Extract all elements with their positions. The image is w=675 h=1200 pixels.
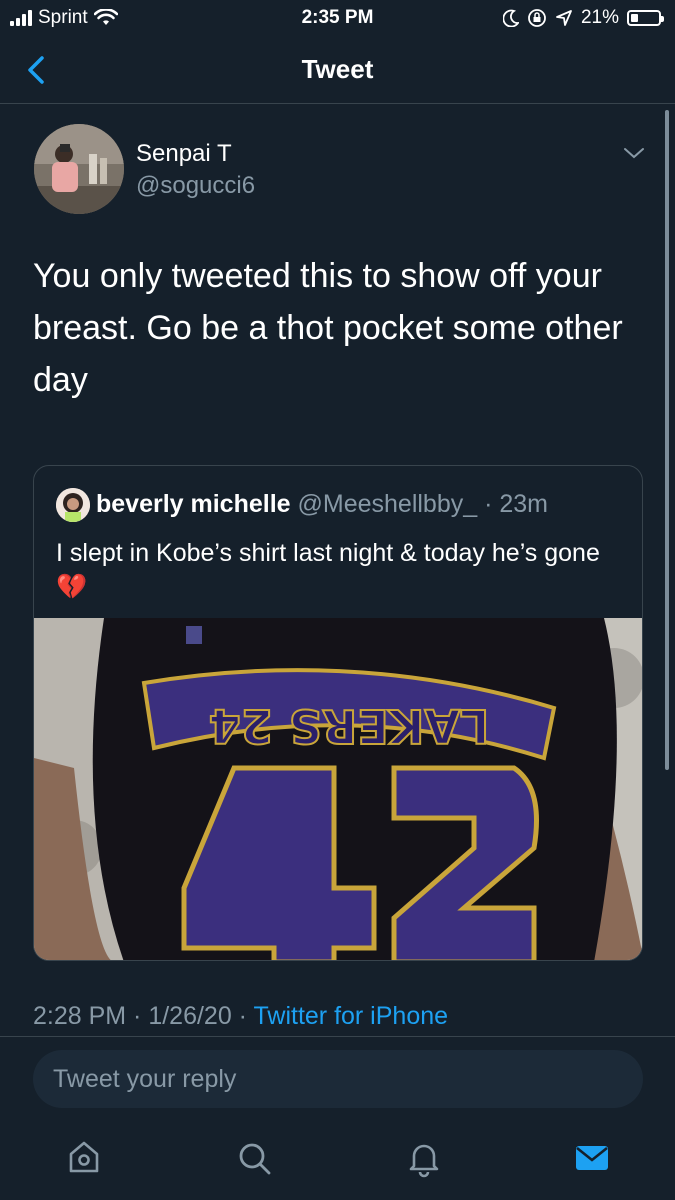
scrollbar[interactable] <box>665 110 669 770</box>
tweet-source-link[interactable]: Twitter for iPhone <box>254 1002 449 1030</box>
quoted-avatar <box>56 488 90 522</box>
chevron-down-icon[interactable] <box>622 144 646 162</box>
search-icon[interactable] <box>234 1138 274 1178</box>
moon-icon <box>502 9 519 27</box>
location-icon <box>556 10 572 26</box>
tweet-timestamp: 2:28 PM · 1/26/20 · <box>33 1002 254 1030</box>
notifications-icon[interactable] <box>404 1138 444 1178</box>
nav-bar: Tweet <box>0 36 675 104</box>
divider <box>0 1036 675 1037</box>
tweet-meta: 2:28 PM · 1/26/20 · Twitter for iPhone <box>33 1002 448 1031</box>
avatar[interactable] <box>34 124 124 214</box>
page-title: Tweet <box>301 54 374 84</box>
messages-icon[interactable] <box>572 1138 612 1178</box>
status-bar: Sprint 2:35 PM 21% <box>0 0 675 36</box>
avatar-image <box>34 124 124 214</box>
jersey-lettering: LAKERS 24 <box>209 699 490 753</box>
quoted-author-name: beverly michelle <box>96 490 291 518</box>
status-bar-right: 21% <box>502 7 664 29</box>
tweet-text: You only tweeted this to show off your b… <box>33 257 623 399</box>
quoted-tweet-card[interactable]: beverly michelle @Meeshellbby_ · 23m I s… <box>33 465 643 961</box>
reply-input[interactable] <box>33 1050 643 1108</box>
reply-box[interactable] <box>33 1050 643 1108</box>
author-handle[interactable]: @sogucci6 <box>136 172 255 200</box>
orientation-lock-icon <box>528 9 546 27</box>
author-name[interactable]: Senpai T <box>136 140 232 168</box>
quoted-header: beverly michelle @Meeshellbby_ · 23m <box>96 490 548 519</box>
battery-icon <box>627 10 664 26</box>
quoted-avatar-image <box>56 488 90 522</box>
quoted-text: I slept in Kobe’s shirt last night & tod… <box>56 536 626 604</box>
battery-percent: 21% <box>580 7 619 28</box>
home-icon[interactable] <box>64 1138 104 1178</box>
quoted-media-image[interactable]: LAKERS 24 <box>34 618 643 961</box>
tab-bar <box>0 1120 675 1200</box>
quoted-author-handle: @Meeshellbby_ · 23m <box>290 490 549 518</box>
quoted-text-body: I slept in Kobe’s shirt last night & tod… <box>56 539 600 567</box>
broken-heart-emoji: 💔 <box>56 573 88 601</box>
